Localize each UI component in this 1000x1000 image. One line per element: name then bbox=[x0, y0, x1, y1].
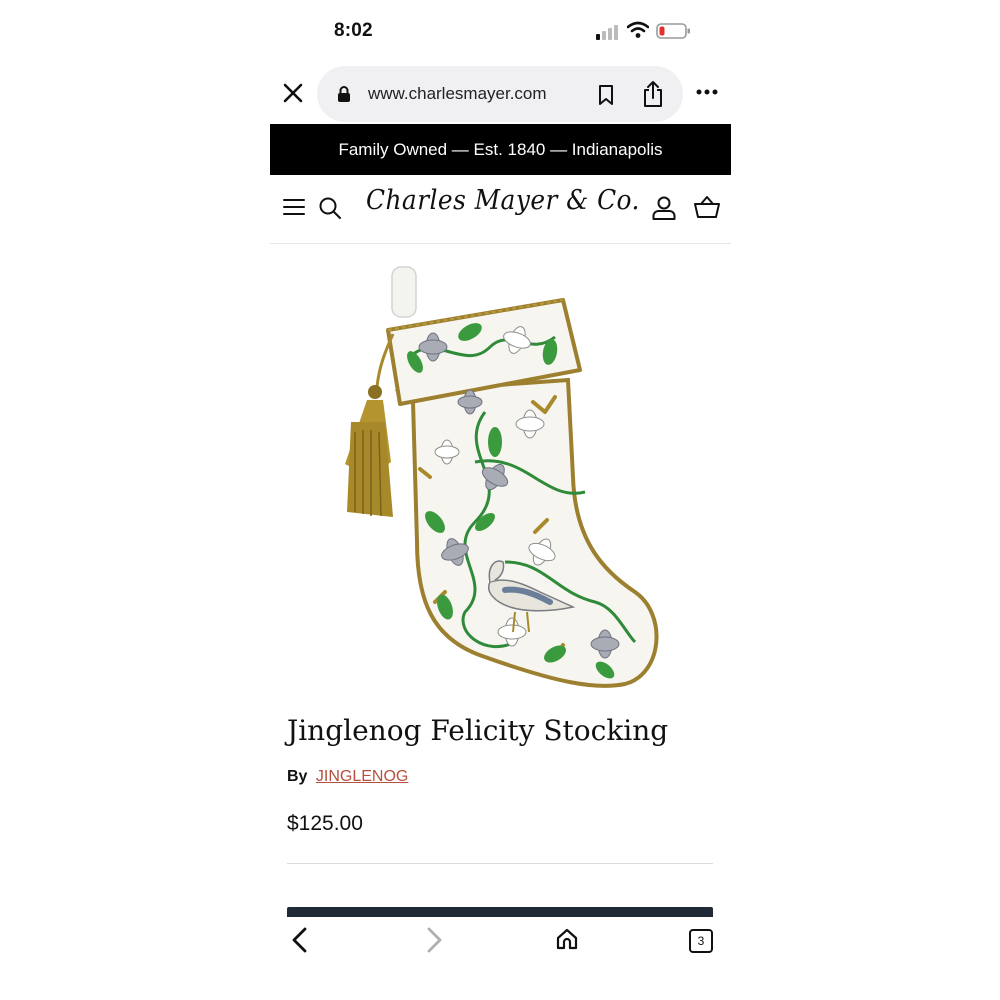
vendor-link[interactable]: JINGLENOG bbox=[316, 768, 408, 785]
status-time: 8:02 bbox=[334, 20, 373, 41]
address-bar[interactable]: www.charlesmayer.com bbox=[317, 66, 683, 122]
close-icon[interactable] bbox=[280, 80, 306, 106]
url-text[interactable]: www.charlesmayer.com bbox=[368, 84, 547, 104]
account-icon[interactable] bbox=[651, 195, 677, 221]
add-to-cart-button[interactable] bbox=[287, 907, 713, 917]
product-price: $125.00 bbox=[287, 812, 363, 835]
product-vendor: By JINGLENOG bbox=[287, 768, 408, 786]
share-icon[interactable] bbox=[641, 79, 665, 109]
cellular-signal-icon bbox=[596, 25, 618, 40]
lock-icon bbox=[338, 86, 350, 102]
forward-icon[interactable] bbox=[424, 927, 444, 953]
product-image[interactable] bbox=[305, 262, 675, 694]
site-header: Charles Mayer & Co. bbox=[270, 175, 731, 244]
browser-bottom-bar: 3 bbox=[270, 917, 731, 967]
divider bbox=[287, 863, 713, 864]
bookmark-icon[interactable] bbox=[597, 84, 615, 106]
more-icon[interactable] bbox=[696, 89, 718, 95]
tab-count: 3 bbox=[697, 934, 705, 948]
menu-icon[interactable] bbox=[282, 197, 306, 217]
search-icon[interactable] bbox=[318, 196, 342, 220]
wifi-icon bbox=[627, 21, 649, 38]
announcement-text: Family Owned — Est. 1840 — Indianapolis bbox=[338, 139, 663, 159]
site-logo[interactable]: Charles Mayer & Co. bbox=[366, 185, 639, 231]
battery-icon bbox=[656, 23, 690, 39]
browser-toolbar: www.charlesmayer.com bbox=[270, 62, 730, 124]
vendor-by-label: By bbox=[287, 768, 308, 785]
back-icon[interactable] bbox=[290, 927, 310, 953]
product-title: Jinglenog Felicity Stocking bbox=[287, 714, 669, 747]
cart-icon[interactable] bbox=[694, 195, 720, 219]
home-icon[interactable] bbox=[555, 927, 579, 951]
announcement-bar: Family Owned — Est. 1840 — Indianapolis bbox=[270, 124, 731, 175]
tabs-icon[interactable]: 3 bbox=[689, 929, 713, 953]
status-bar: 8:02 bbox=[270, 0, 730, 62]
